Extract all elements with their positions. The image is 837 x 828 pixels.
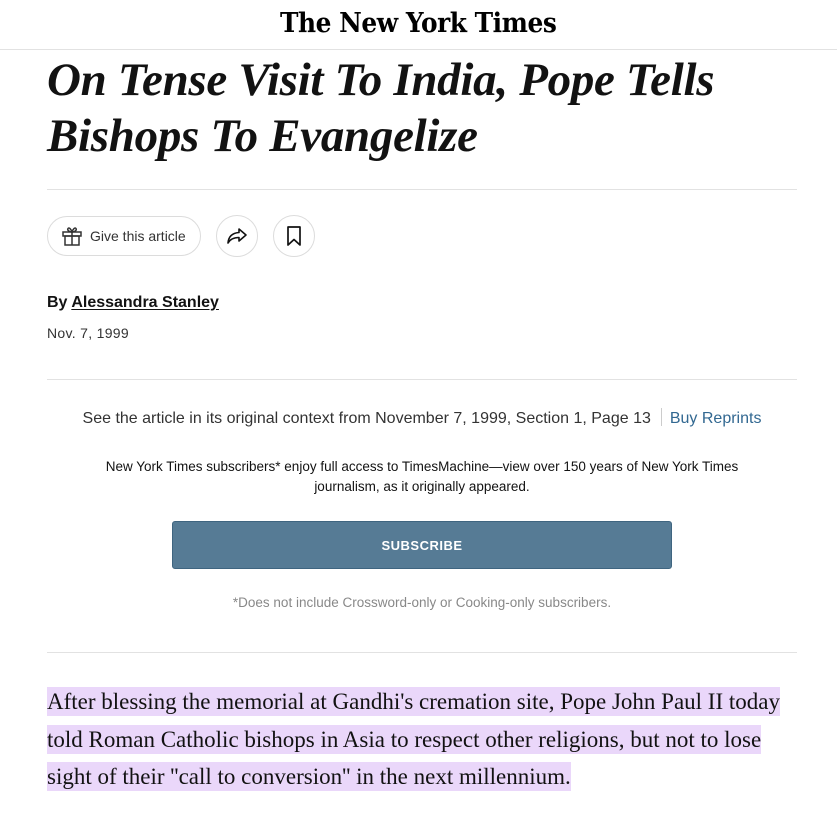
byline: By Alessandra Stanley (47, 294, 219, 312)
timesmachine-promo-text: New York Times subscribers* enjoy full a… (105, 459, 739, 494)
divider (47, 189, 797, 190)
nyt-logo[interactable]: The New York Times (280, 8, 557, 39)
separator (660, 408, 662, 426)
original-context-text: See the article in its original context … (82, 410, 651, 427)
bookmark-icon (285, 225, 303, 247)
save-button[interactable] (272, 215, 315, 257)
article-headline: On Tense Visit To India, Pope Tells Bish… (47, 54, 715, 162)
buy-reprints-link[interactable]: Buy Reprints (670, 410, 762, 427)
masthead: The New York Times (0, 0, 837, 50)
give-article-label: Give this article (90, 228, 186, 244)
divider (47, 379, 797, 380)
give-article-button[interactable]: Give this article (47, 216, 201, 256)
share-button[interactable] (215, 215, 258, 257)
original-context-line: See the article in its original context … (47, 408, 797, 428)
byline-prefix: By (47, 294, 68, 311)
highlighted-text: After blessing the memorial at Gandhi's … (47, 687, 780, 791)
article-body-paragraph: After blessing the memorial at Gandhi's … (47, 683, 807, 796)
subscribe-button[interactable]: SUBSCRIBE (172, 521, 672, 569)
publish-date: Nov. 7, 1999 (47, 325, 129, 341)
share-arrow-icon (225, 225, 249, 247)
subscriber-disclaimer: *Does not include Crossword-only or Cook… (232, 595, 612, 610)
author-link[interactable]: Alessandra Stanley (71, 294, 219, 311)
gift-icon (60, 224, 84, 248)
article-actions: Give this article (47, 215, 315, 257)
divider (47, 652, 797, 653)
